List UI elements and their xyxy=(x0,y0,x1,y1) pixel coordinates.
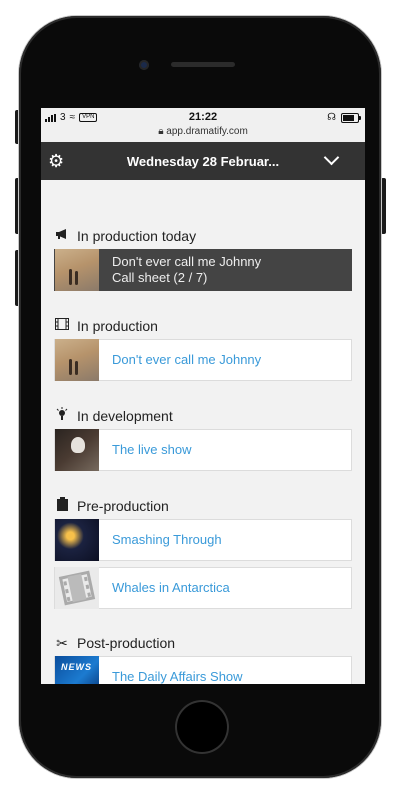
clipboard-icon xyxy=(54,497,70,515)
project-card-today[interactable]: Don't ever call me Johnny Call sheet (2 … xyxy=(54,249,352,291)
headphones-icon: ☊ xyxy=(327,112,336,123)
status-bar: 3 ≈ VPN 21:22 🔒︎ app.dramatify.com ☊ xyxy=(41,108,365,142)
section-in-production-today: In production today Don't ever call me J… xyxy=(54,226,352,291)
section-header: In production today xyxy=(54,226,352,246)
address-url[interactable]: 🔒︎ app.dramatify.com xyxy=(41,126,365,137)
phone-screen: 3 ≈ VPN 21:22 🔒︎ app.dramatify.com ☊ ⚙ W… xyxy=(41,108,365,684)
project-card[interactable]: Whales in Antarctica xyxy=(54,567,352,609)
film-icon xyxy=(54,318,70,334)
project-card[interactable]: NEWS The Daily Affairs Show xyxy=(54,656,352,684)
project-link[interactable]: The Daily Affairs Show xyxy=(99,669,243,684)
gear-icon[interactable]: ⚙ xyxy=(48,151,64,171)
project-card[interactable]: The live show xyxy=(54,429,352,471)
section-in-production: In production Don't ever call me Johnny xyxy=(54,316,352,381)
status-time: 21:22 xyxy=(188,111,218,123)
section-title: In production xyxy=(77,318,158,334)
section-header: ✂ Post-production xyxy=(54,633,352,653)
chevron-down-icon[interactable] xyxy=(323,149,340,166)
scissors-icon: ✂ xyxy=(56,635,68,651)
project-card[interactable]: Smashing Through xyxy=(54,519,352,561)
smashing-thumbnail xyxy=(55,519,99,561)
live-show-thumbnail xyxy=(55,429,99,471)
card-text: Don't ever call me Johnny Call sheet (2 … xyxy=(99,254,261,286)
beach-thumbnail xyxy=(55,249,99,291)
project-link[interactable]: Smashing Through xyxy=(99,532,222,548)
section-header: In production xyxy=(54,316,352,336)
news-thumbnail: NEWS xyxy=(55,656,99,684)
battery-icon xyxy=(341,112,361,123)
lock-icon: 🔒︎ xyxy=(158,126,164,137)
project-link[interactable]: The live show xyxy=(99,442,191,458)
earpiece-speaker xyxy=(171,62,235,67)
dashboard-content: In production today Don't ever call me J… xyxy=(41,180,365,684)
call-sheet-label: Call sheet (2 / 7) xyxy=(112,270,208,285)
app-header: ⚙ Wednesday 28 Februar... xyxy=(41,142,365,180)
film-placeholder-thumbnail xyxy=(55,567,99,609)
section-title: In production today xyxy=(77,228,197,244)
power-button xyxy=(381,178,386,234)
project-link[interactable]: Don't ever call me Johnny xyxy=(99,352,261,368)
megaphone-icon xyxy=(54,228,70,244)
section-title: Post-production xyxy=(77,635,176,651)
section-post-production: ✂ Post-production NEWS The Daily Affairs… xyxy=(54,633,352,684)
section-pre-production: Pre-production Smashing Through Whales i… xyxy=(54,496,352,609)
front-camera-icon xyxy=(139,60,149,70)
project-link[interactable]: Whales in Antarctica xyxy=(99,580,230,596)
section-header: In development xyxy=(54,406,352,426)
project-title: Don't ever call me Johnny xyxy=(112,254,262,269)
project-card[interactable]: Don't ever call me Johnny xyxy=(54,339,352,381)
status-right: ☊ xyxy=(327,112,361,123)
beach-thumbnail xyxy=(55,339,99,381)
section-in-development: In development The live show xyxy=(54,406,352,471)
section-title: In development xyxy=(77,408,173,424)
address-url-text: app.dramatify.com xyxy=(166,126,248,137)
date-title[interactable]: Wednesday 28 Februar... xyxy=(127,154,279,169)
home-button[interactable] xyxy=(175,700,229,754)
section-header: Pre-production xyxy=(54,496,352,516)
lightbulb-icon xyxy=(54,407,70,425)
section-title: Pre-production xyxy=(77,498,169,514)
